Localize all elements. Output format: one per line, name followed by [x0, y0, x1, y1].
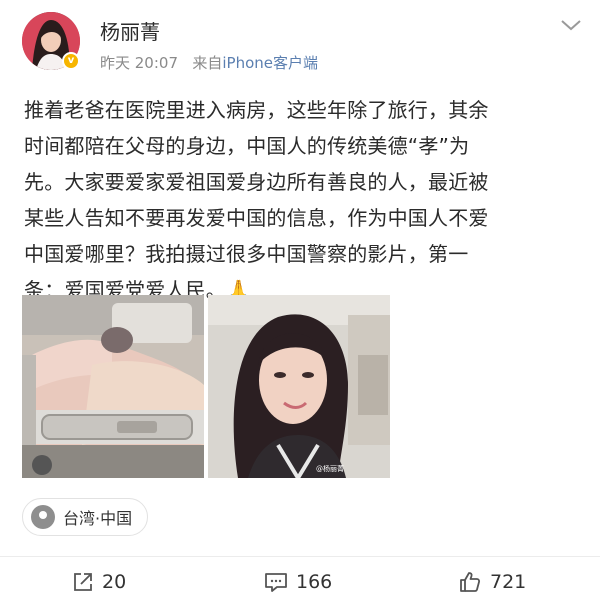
post-meta: 昨天 20:07 来自iPhone客户端 [100, 52, 318, 73]
post-text-line: 推着老爸在医院里进入病房，这些年除了旅行，其余 [24, 98, 489, 122]
post-text-line: 先。大家要爱家爱祖国爱身边所有善良的人，最近被 [24, 170, 489, 194]
selfie-photo[interactable]: @杨丽菁 [208, 295, 390, 478]
location-pin-icon [31, 505, 55, 529]
selfie-image: @杨丽菁 [208, 295, 390, 478]
chevron-down-icon[interactable] [560, 18, 582, 32]
comment-button[interactable]: 166 [264, 569, 332, 595]
comment-count: 166 [296, 571, 333, 593]
post-time: 昨天 20:07 [100, 54, 178, 72]
weibo-post-card: v 杨丽菁 昨天 20:07 来自iPhone客户端 推着老爸在医院里进入病房，… [0, 0, 600, 611]
post-text: 推着老爸在医院里进入病房，这些年除了旅行，其余 时间都陪在父母的身边，中国人的传… [24, 92, 584, 308]
location-label: 台湾·中国 [63, 509, 133, 528]
photo-watermark: @杨丽菁 [316, 464, 344, 473]
source-link[interactable]: iPhone客户端 [222, 54, 318, 72]
post-text-line: 某些人告知不要再发爱中国的信息，作为中国人不爱 [24, 206, 489, 230]
share-count: 20 [102, 571, 127, 593]
post-text-line: 时间都陪在父母的身边，中国人的传统美德“孝”为 [24, 134, 470, 158]
post-text-line: 中国爱哪里？我拍摄过很多中国警察的影片，第一 [24, 242, 469, 266]
source-prefix: 来自 [192, 54, 223, 72]
comment-icon [265, 573, 287, 592]
share-icon [74, 573, 92, 591]
like-count: 721 [490, 571, 527, 593]
verified-badge-icon: v [62, 52, 80, 70]
thumbs-up-icon [460, 572, 481, 592]
hospital-bed-image [22, 295, 204, 478]
username[interactable]: 杨丽菁 [100, 16, 160, 45]
hospital-bed-photo[interactable] [22, 295, 204, 478]
like-button[interactable]: 721 [458, 569, 526, 595]
location-tag[interactable]: 台湾·中国 [22, 498, 148, 536]
share-button[interactable]: 20 [72, 569, 126, 595]
action-bar: 20 166 721 [0, 556, 600, 603]
